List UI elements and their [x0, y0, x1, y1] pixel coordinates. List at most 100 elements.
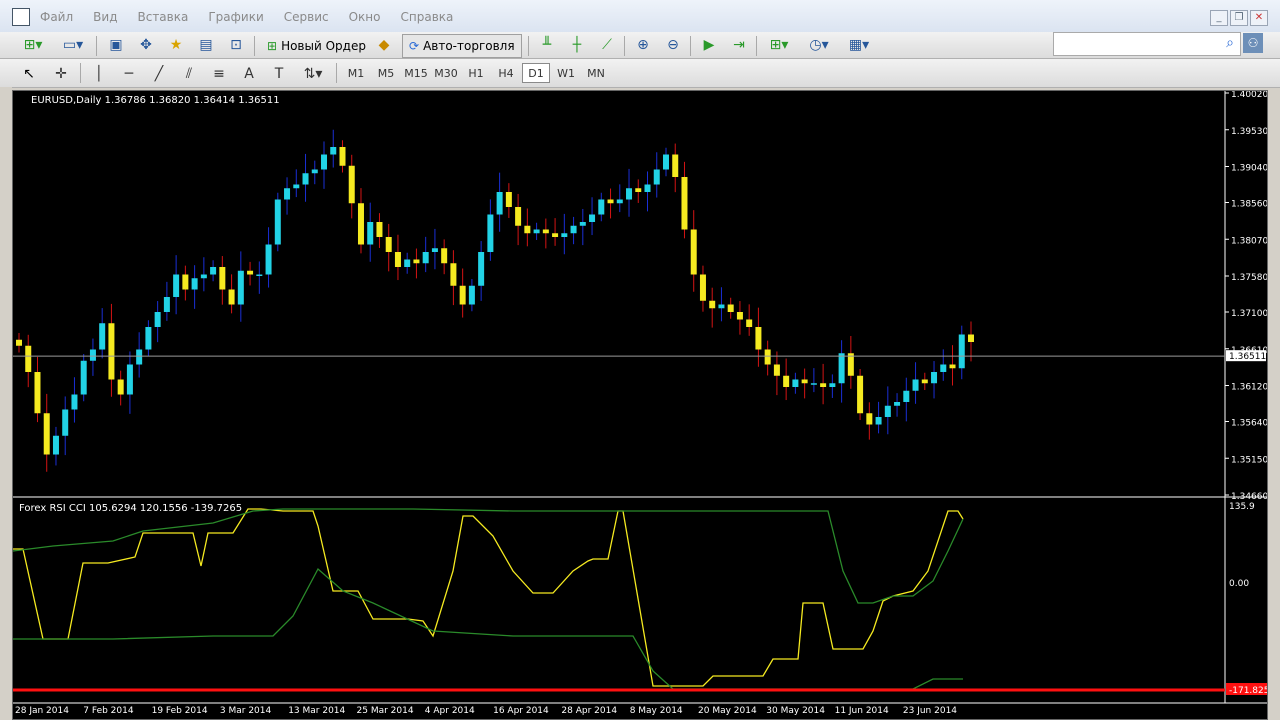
- close-icon[interactable]: ✕: [1250, 10, 1268, 26]
- candle-body: [866, 413, 873, 425]
- menu-item-3[interactable]: Графики: [208, 10, 263, 24]
- date-label: 4 Apr 2014: [425, 706, 475, 716]
- autotrade-button[interactable]: ⟳ Авто-торговля: [402, 34, 522, 58]
- metaeditor-icon[interactable]: ◆: [374, 34, 394, 56]
- candle-body: [949, 364, 956, 369]
- search-icon[interactable]: ⌕: [1226, 35, 1234, 51]
- chart-window[interactable]: EURUSD,Daily 1.36786 1.36820 1.36414 1.3…: [12, 90, 1268, 720]
- chart-canvas[interactable]: EURUSD,Daily 1.36786 1.36820 1.36414 1.3…: [13, 91, 1267, 719]
- timeframe-h4[interactable]: H4: [492, 63, 520, 83]
- candle-body: [894, 402, 901, 406]
- minimize-icon[interactable]: _: [1210, 10, 1228, 26]
- candle-body: [228, 289, 235, 305]
- shapes-icon[interactable]: ⇅▾: [298, 63, 328, 85]
- market-watch-icon[interactable]: ▣: [106, 34, 126, 56]
- chart-shift-icon[interactable]: ⇥: [728, 34, 750, 56]
- price-label: 1.35640: [1231, 419, 1267, 429]
- candle-body: [958, 334, 965, 369]
- trendline-icon[interactable]: ╱: [148, 63, 170, 85]
- timeframe-h1[interactable]: H1: [462, 63, 490, 83]
- favorites-icon[interactable]: ★: [166, 34, 186, 56]
- price-axis: 1.40020 1.39530 1.39040 1.38560 1.38070 1.375…: [1225, 91, 1267, 502]
- user-icon[interactable]: ⚇: [1243, 33, 1263, 53]
- horizontal-line-icon[interactable]: ─: [118, 63, 140, 85]
- tester-icon[interactable]: ⊡: [226, 34, 246, 56]
- candle-body: [570, 225, 577, 234]
- label-icon[interactable]: T: [268, 63, 290, 85]
- price-candles: [16, 129, 974, 472]
- candle-body: [89, 349, 96, 361]
- indicator-plot: [13, 508, 964, 690]
- fibonacci-icon[interactable]: ≡: [208, 63, 230, 85]
- timeframe-d1[interactable]: D1: [522, 63, 550, 83]
- menu-item-2[interactable]: Вставка: [137, 10, 188, 24]
- line-chart-icon[interactable]: ⟋: [596, 34, 618, 56]
- candle-body: [644, 184, 651, 192]
- current-price-label: 1.36511: [1229, 352, 1266, 362]
- candle-body: [496, 192, 503, 215]
- candle-body: [136, 349, 143, 365]
- indicators-icon[interactable]: ⊞▾: [764, 34, 794, 56]
- candle-body: [468, 285, 475, 305]
- date-axis: 28 Jan 2014 7 Feb 2014 19 Feb 2014 3 Mar 20…: [15, 706, 957, 716]
- bar-chart-icon[interactable]: ╨: [536, 34, 558, 56]
- timeframe-m1[interactable]: M1: [342, 63, 370, 83]
- menu-item-4[interactable]: Сервис: [284, 10, 329, 24]
- price-label: 1.37100: [1231, 309, 1267, 319]
- candle-body: [681, 177, 688, 230]
- vertical-line-icon[interactable]: │: [88, 63, 110, 85]
- candle-body: [404, 259, 411, 267]
- candle-body: [321, 154, 328, 170]
- menu-item-6[interactable]: Справка: [401, 10, 454, 24]
- candle-body: [561, 233, 568, 237]
- candle-body: [71, 394, 78, 410]
- candle-body: [921, 379, 928, 384]
- new-chart-icon[interactable]: ⊞▾: [18, 34, 48, 56]
- autoscroll-icon[interactable]: ▶: [698, 34, 720, 56]
- terminal-icon[interactable]: ▤: [196, 34, 216, 56]
- price-label: 1.38070: [1231, 236, 1267, 246]
- text-icon[interactable]: A: [238, 63, 260, 85]
- candle-body: [662, 154, 669, 170]
- candle-body: [912, 379, 919, 391]
- search-input[interactable]: ⌕: [1053, 32, 1241, 56]
- candle-chart-icon[interactable]: ┼: [566, 34, 588, 56]
- candle-body: [99, 323, 106, 350]
- indicator-header: Forex RSI CCI 105.6294 120.1556 -139.726…: [19, 503, 242, 514]
- zoom-in-icon[interactable]: ⊕: [632, 34, 654, 56]
- templates-icon[interactable]: ▦▾: [844, 34, 874, 56]
- cursor-icon[interactable]: ↖: [18, 63, 40, 85]
- menu-item-5[interactable]: Окно: [349, 10, 381, 24]
- candle-body: [311, 169, 318, 174]
- new-order-button[interactable]: ⊞ Новый Ордер: [260, 34, 373, 58]
- crosshair-icon[interactable]: ✛: [50, 63, 72, 85]
- periods-icon[interactable]: ◷▾: [804, 34, 834, 56]
- candle-body: [478, 252, 485, 286]
- timeframe-m15[interactable]: M15: [402, 63, 430, 83]
- date-label: 23 Jun 2014: [903, 706, 957, 716]
- date-label: 28 Jan 2014: [15, 706, 69, 716]
- channel-icon[interactable]: ⫽: [178, 63, 200, 85]
- menu-item-1[interactable]: Вид: [93, 10, 117, 24]
- app-icon: [12, 8, 30, 26]
- candle-body: [792, 379, 799, 387]
- candle-body: [829, 383, 836, 387]
- candle-body: [598, 199, 605, 215]
- timeframe-w1[interactable]: W1: [552, 63, 580, 83]
- timeframe-m5[interactable]: M5: [372, 63, 400, 83]
- candle-body: [173, 274, 180, 297]
- profiles-icon[interactable]: ▭▾: [58, 34, 88, 56]
- indicator-label: 135.9: [1229, 502, 1255, 512]
- candle-body: [773, 364, 780, 376]
- candle-body: [441, 248, 448, 264]
- menu-item-0[interactable]: Файл: [40, 10, 73, 24]
- candle-body: [801, 379, 808, 384]
- timeframe-mn[interactable]: MN: [582, 63, 610, 83]
- date-label: 8 May 2014: [630, 706, 683, 716]
- left-gutter: [0, 87, 12, 720]
- navigator-icon[interactable]: ✥: [136, 34, 156, 56]
- zoom-out-icon[interactable]: ⊖: [662, 34, 684, 56]
- timeframe-m30[interactable]: M30: [432, 63, 460, 83]
- restore-icon[interactable]: ❐: [1230, 10, 1248, 26]
- menu-items: Файл Вид Вставка Графики Сервис Окно Справка: [40, 10, 473, 24]
